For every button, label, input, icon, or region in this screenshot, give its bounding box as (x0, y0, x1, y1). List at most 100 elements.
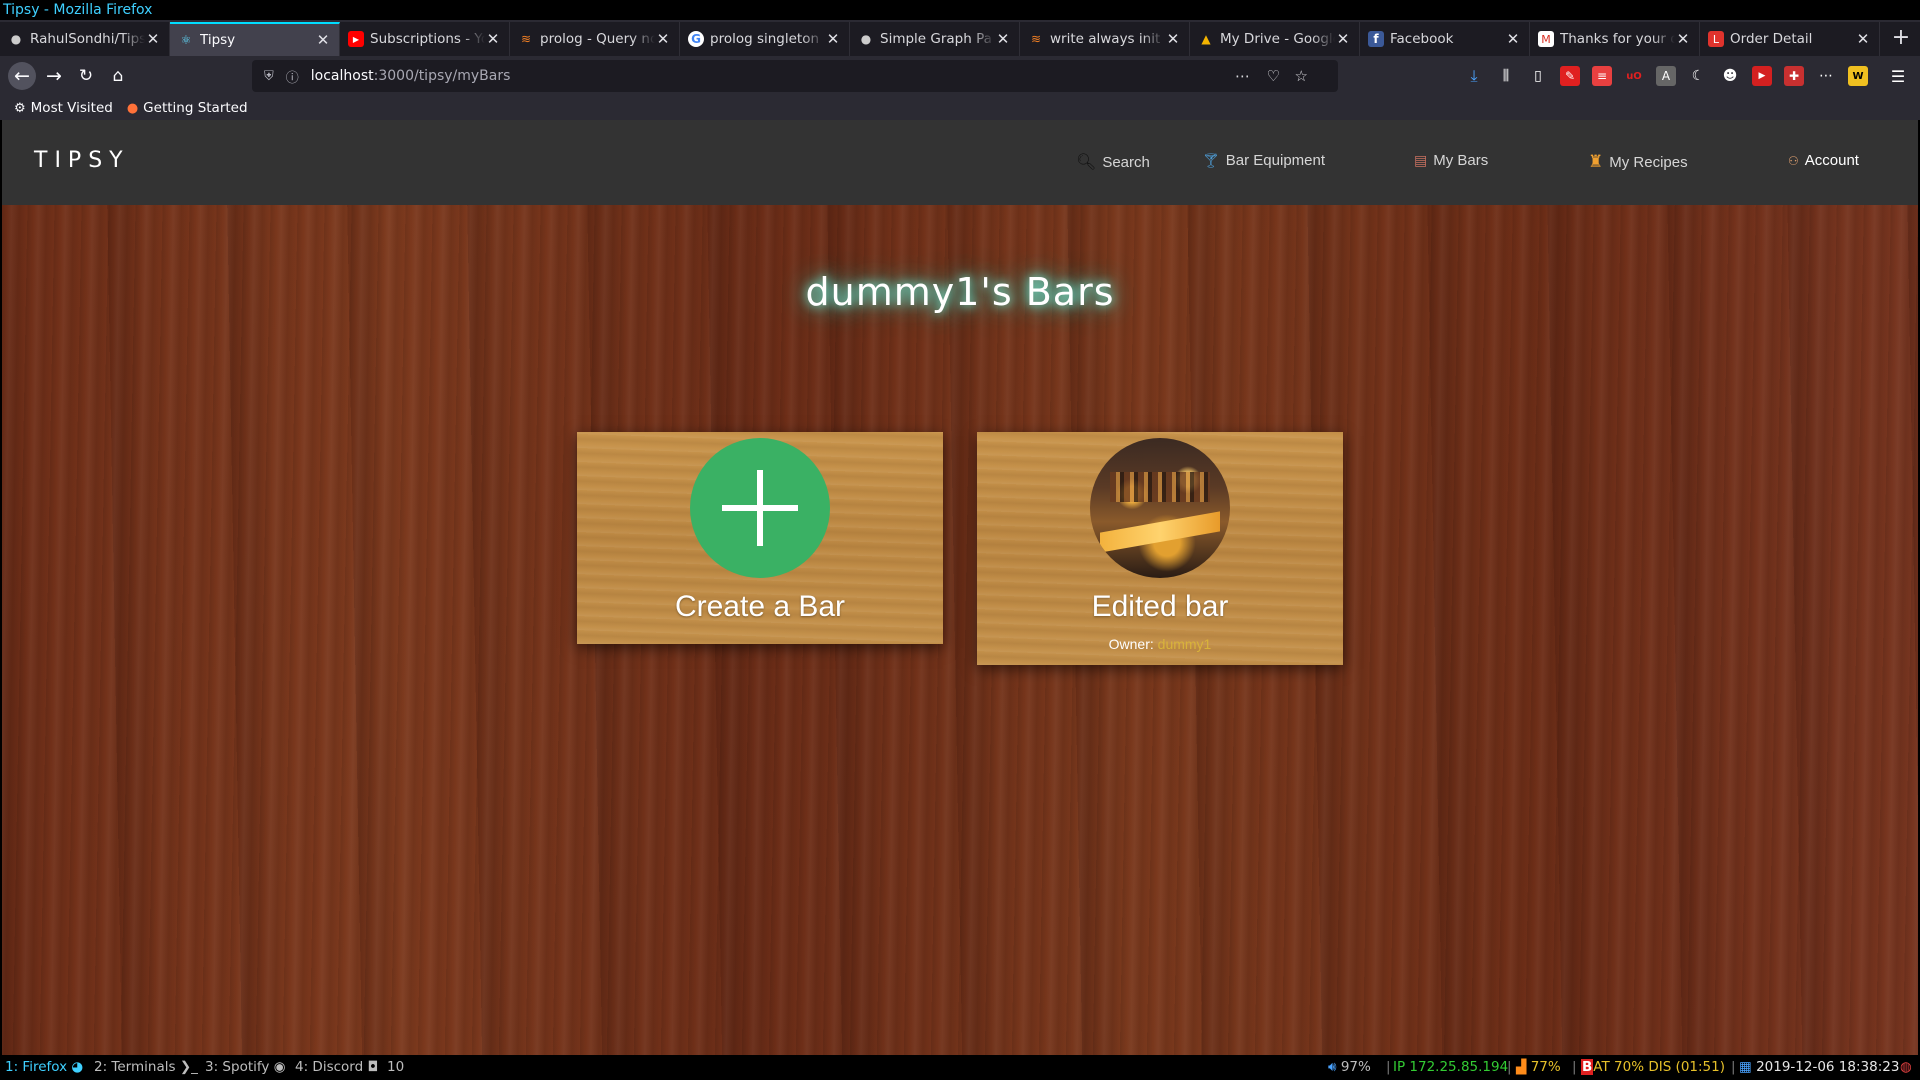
back-button[interactable]: ← (8, 62, 36, 90)
nav-my-recipes[interactable]: ♜ My Recipes (1588, 152, 1688, 172)
bookmark-star-icon[interactable]: ☆ (1295, 60, 1308, 92)
youtube-icon: ▶ (348, 31, 364, 47)
lending-icon: L (1708, 31, 1724, 47)
wifi-value: 77% (1530, 1059, 1561, 1075)
workspace-label: 4: Discord (295, 1059, 364, 1075)
library-icon[interactable]: ⫼ (1496, 66, 1516, 86)
extension-red-icon[interactable]: ✎ (1560, 66, 1580, 86)
extension-grey-icon[interactable]: A (1656, 66, 1676, 86)
plus-icon (690, 438, 830, 578)
tab-prolog-query[interactable]: ≋ prolog - Query no ✕ (510, 22, 680, 56)
tab-google-drive[interactable]: ▲ My Drive - Google ✕ (1190, 22, 1360, 56)
github-icon: ● (860, 32, 872, 46)
tab-title: write always init (1050, 31, 1161, 47)
firefox-icon: ● (126, 100, 139, 116)
reload-button[interactable]: ↻ (72, 62, 100, 90)
tab-title: Facebook (1390, 31, 1454, 47)
nav-equipment-label: Bar Equipment (1225, 152, 1326, 169)
bookmark-most-visited[interactable]: ⚙ Most Visited (14, 100, 113, 116)
tab-title: Order Detail (1730, 31, 1813, 47)
close-tab-icon[interactable]: ✕ (655, 30, 671, 48)
w-extension-icon[interactable]: W (1848, 66, 1868, 86)
bar-counter-icon: ▤ (1414, 152, 1428, 168)
sidebar-icon[interactable]: ▯ (1528, 66, 1548, 86)
tab-order-detail[interactable]: L Order Detail ✕ (1700, 22, 1880, 56)
owner-name-link[interactable]: dummy1 (1158, 636, 1212, 652)
workspace-1[interactable]: 1: Firefox ◕ (5, 1059, 83, 1075)
tab-github-tipsy[interactable]: ● RahulSondhi/Tipsy ✕ (0, 22, 170, 56)
download-icon[interactable]: ⤓ (1464, 66, 1484, 86)
create-bar-title: Create a Bar (674, 590, 846, 623)
navigation-toolbar: ← → ↻ ⌂ ⛨ ⓘ localhost:3000/tipsy/myBars … (0, 56, 1920, 96)
close-tab-icon[interactable]: ✕ (1165, 30, 1181, 48)
nav-bar-equipment[interactable]: 🍸︎ Bar Equipment (1202, 152, 1325, 169)
bookmark-label: Getting Started (143, 100, 248, 116)
stackoverflow-icon: ≋ (1030, 32, 1042, 46)
tab-simple-graph[interactable]: ● Simple Graph Pa ✕ (850, 22, 1020, 56)
tab-prolog-singleton[interactable]: G prolog singleton ✕ (680, 22, 850, 56)
account-extension-icon[interactable]: ☻ (1720, 66, 1740, 86)
hamburger-menu-icon[interactable]: ☰ (1888, 66, 1908, 86)
extension-puzzle-icon[interactable]: ✚ (1784, 66, 1804, 86)
new-tab-button[interactable]: + (1888, 26, 1914, 52)
tab-title: Thanks for your o (1560, 31, 1675, 47)
youtube-extension-icon[interactable]: ▶ (1752, 66, 1772, 86)
bookmark-label: Most Visited (30, 100, 113, 116)
pocket-icon[interactable]: ♡ (1267, 60, 1280, 92)
close-tab-icon[interactable]: ✕ (315, 31, 331, 49)
close-tab-icon[interactable]: ✕ (1505, 30, 1521, 48)
user-icon: ⚇ (1788, 153, 1799, 168)
tab-facebook[interactable]: f Facebook ✕ (1360, 22, 1530, 56)
battery-value: AT 70% DIS (01:51) (1593, 1059, 1725, 1075)
todoist-icon[interactable]: ≡ (1592, 66, 1612, 86)
tab-tipsy[interactable]: ⚛ Tipsy ✕ (170, 22, 340, 56)
drive-icon: ▲ (1201, 32, 1211, 46)
page-title: dummy1's Bars (805, 270, 1115, 314)
bar-card[interactable]: Edited bar Owner: dummy1 (977, 432, 1343, 665)
tab-title: prolog - Query no (540, 31, 655, 47)
workspace-4[interactable]: 4: Discord ◘ (295, 1059, 378, 1075)
bookmark-getting-started[interactable]: ● Getting Started (127, 100, 248, 116)
nav-search[interactable]: 🔍︎ Search (1076, 152, 1150, 172)
window-title: Tipsy - Mozilla Firefox (0, 0, 1920, 20)
close-tab-icon[interactable]: ✕ (145, 30, 161, 48)
spotify-icon: ◉ (273, 1059, 286, 1075)
home-button[interactable]: ⌂ (104, 62, 132, 90)
tab-gmail[interactable]: M Thanks for your o ✕ (1530, 22, 1700, 56)
github-icon: ● (10, 32, 22, 46)
chrome-tray-icon[interactable]: ◍ (1900, 1059, 1912, 1075)
google-icon: G (688, 31, 704, 47)
dark-reader-icon[interactable]: ☾ (1688, 66, 1708, 86)
nav-bars-label: My Bars (1433, 152, 1489, 169)
shield-icon[interactable]: ⛨ (264, 69, 274, 84)
tab-write-always[interactable]: ≋ write always init ✕ (1020, 22, 1190, 56)
close-tab-icon[interactable]: ✕ (995, 30, 1011, 48)
workspace-3[interactable]: 3: Spotify ◉ (205, 1059, 285, 1075)
calendar-icon: ▦ (1739, 1059, 1752, 1075)
bar-owner: Owner: dummy1 (977, 636, 1343, 652)
bar-card-title: Edited bar (1091, 590, 1229, 623)
close-tab-icon[interactable]: ✕ (1335, 30, 1351, 48)
more-extensions-icon[interactable]: ⋯ (1816, 66, 1836, 86)
brand-logo[interactable]: TIPSY (34, 148, 130, 173)
close-tab-icon[interactable]: ✕ (1675, 30, 1691, 48)
info-icon[interactable]: ⓘ (286, 67, 299, 86)
forward-button[interactable]: → (40, 62, 68, 90)
create-bar-card[interactable]: Create a Bar (577, 432, 943, 644)
volume-icon: 🔊︎ (1328, 1059, 1337, 1075)
workspace-label: 1: Firefox (5, 1059, 68, 1075)
terminal-icon: ❯_ (179, 1059, 198, 1075)
close-tab-icon[interactable]: ✕ (825, 30, 841, 48)
tab-youtube[interactable]: ▶ Subscriptions - YouTube ✕ (340, 22, 510, 56)
close-tab-icon[interactable]: ✕ (1855, 30, 1871, 48)
close-tab-icon[interactable]: ✕ (485, 30, 501, 48)
workspace-10[interactable]: 10 (387, 1059, 404, 1075)
facebook-icon: f (1368, 31, 1384, 47)
workspace-2[interactable]: 2: Terminals ❯_ (94, 1059, 198, 1075)
url-bar[interactable]: ⛨ ⓘ localhost:3000/tipsy/myBars ⋯ ♡ ☆ (252, 60, 1338, 92)
nav-my-bars[interactable]: ▤ My Bars (1414, 152, 1488, 169)
nav-account[interactable]: ⚇ Account (1788, 152, 1859, 169)
page-actions-icon[interactable]: ⋯ (1235, 60, 1250, 92)
bottle-icon: ♜ (1588, 152, 1604, 171)
ublock-icon[interactable]: uO (1624, 66, 1644, 86)
